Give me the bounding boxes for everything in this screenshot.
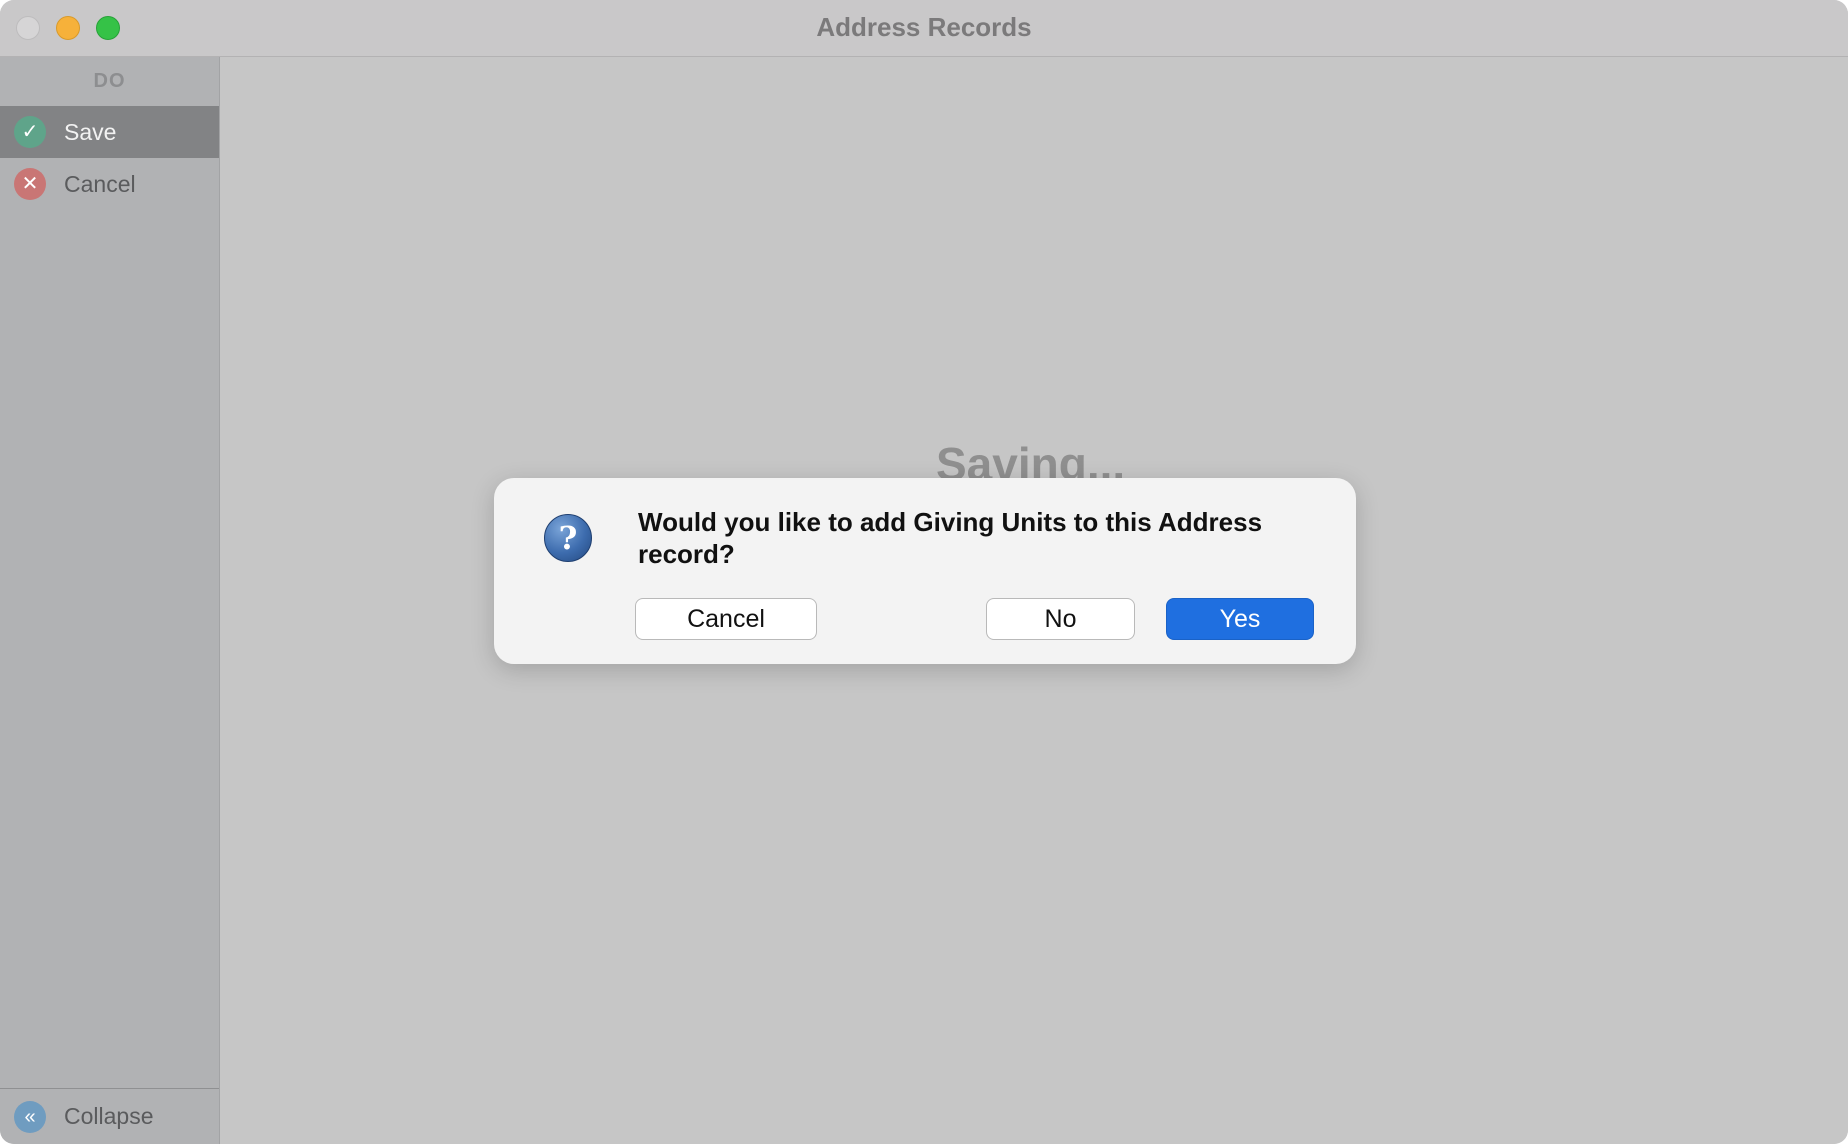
sidebar-item-label: Save	[64, 118, 117, 145]
sidebar: DO ✓ Save ✕ Cancel « Collapse	[0, 57, 220, 1144]
double-chevron-left-icon: «	[14, 1100, 46, 1133]
dialog-cancel-button[interactable]: Cancel	[635, 598, 817, 640]
dialog-message: Would you like to add Giving Units to th…	[638, 507, 1263, 569]
title-bar: Address Records	[0, 0, 1848, 57]
x-icon: ✕	[14, 168, 46, 200]
app-window: Address Records DO ✓ Save ✕ Cancel « Col…	[0, 0, 1848, 1144]
sidebar-header: DO	[93, 70, 126, 92]
window-title: Address Records	[816, 12, 1032, 42]
sidebar-item-label: Cancel	[64, 170, 136, 197]
question-icon: ?	[544, 514, 592, 562]
sidebar-item-save[interactable]: ✓ Save	[0, 106, 219, 158]
confirmation-dialog: ? Would you like to add Giving Units to …	[494, 478, 1356, 664]
dialog-no-button[interactable]: No	[986, 598, 1135, 640]
collapse-label: Collapse	[64, 1103, 154, 1129]
dialog-yes-button[interactable]: Yes	[1166, 598, 1314, 640]
sidebar-item-cancel[interactable]: ✕ Cancel	[0, 158, 219, 210]
collapse-button[interactable]: « Collapse	[0, 1088, 219, 1144]
check-icon: ✓	[14, 116, 46, 148]
